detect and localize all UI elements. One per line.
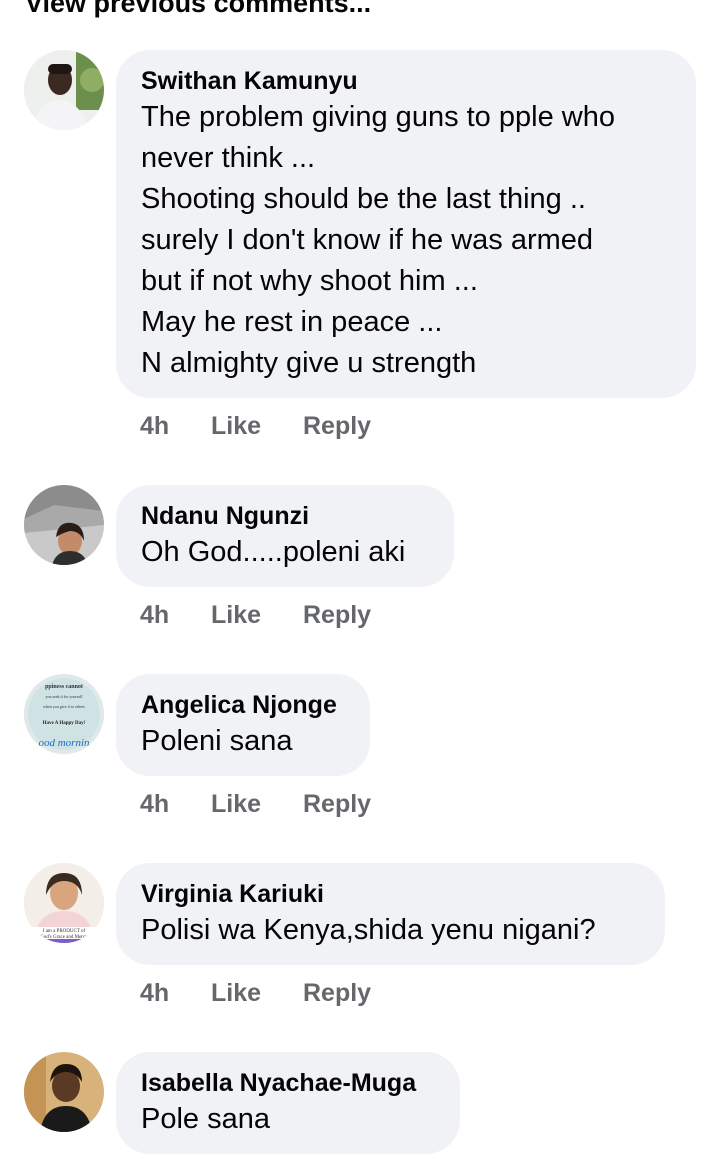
comment-timestamp[interactable]: 4h: [140, 601, 211, 630]
avatar-photo-icon: [24, 1052, 104, 1132]
avatar[interactable]: [24, 1052, 104, 1132]
comment-text: Poleni sana: [141, 725, 293, 757]
comment-text: Oh God.....poleni aki: [141, 536, 406, 568]
comment-actions: 4h Like Reply: [140, 412, 371, 441]
comment-actions: 4h Like Reply: [140, 790, 371, 819]
avatar[interactable]: [24, 485, 104, 565]
comment-author[interactable]: Ndanu Ngunzi: [141, 500, 424, 532]
avatar-photo-icon: [24, 485, 104, 565]
view-previous-comments-link[interactable]: View previous comments...: [25, 0, 371, 19]
like-button[interactable]: Like: [211, 790, 303, 819]
like-button[interactable]: Like: [211, 412, 303, 441]
reply-button[interactable]: Reply: [303, 601, 371, 630]
comment-actions: 4h Like Reply: [140, 601, 371, 630]
avatar-caption: you seek it for yourself: [45, 694, 83, 699]
reply-button[interactable]: Reply: [303, 979, 371, 1008]
comment-bubble: Virginia Kariuki Polisi wa Kenya,shida y…: [116, 863, 665, 965]
comment-timestamp[interactable]: 4h: [140, 979, 211, 1008]
avatar-quote-image-icon: ppiness cannot you seek it for yourself …: [24, 674, 104, 754]
avatar-caption: when you give it to others: [43, 704, 85, 709]
like-button[interactable]: Like: [211, 979, 303, 1008]
avatar-caption: ppiness cannot: [45, 684, 83, 690]
avatar-photo-icon: I am a PRODUCT of God's Grace and Mercy: [24, 863, 104, 943]
comment-bubble: Swithan Kamunyu The problem giving guns …: [116, 50, 696, 398]
avatar[interactable]: ppiness cannot you seek it for yourself …: [24, 674, 104, 754]
comment-text: The problem giving guns to pple who neve…: [141, 101, 615, 379]
avatar[interactable]: [24, 50, 104, 130]
comment-author[interactable]: Isabella Nyachae-Muga: [141, 1067, 430, 1099]
reply-button[interactable]: Reply: [303, 412, 371, 441]
comment-bubble: Ndanu Ngunzi Oh God.....poleni aki: [116, 485, 454, 587]
comment-timestamp[interactable]: 4h: [140, 790, 211, 819]
avatar-caption: ood mornin: [38, 737, 90, 749]
comment-author[interactable]: Swithan Kamunyu: [141, 65, 666, 97]
comment-author[interactable]: Virginia Kariuki: [141, 878, 635, 910]
comment-actions: 4h Like Reply: [140, 979, 371, 1008]
comment-text: Polisi wa Kenya,shida yenu nigani?: [141, 914, 596, 946]
comment-timestamp[interactable]: 4h: [140, 412, 211, 441]
reply-button[interactable]: Reply: [303, 790, 371, 819]
avatar-photo-icon: [24, 50, 104, 130]
like-button[interactable]: Like: [211, 601, 303, 630]
comment-bubble: Angelica Njonge Poleni sana: [116, 674, 370, 776]
avatar[interactable]: I am a PRODUCT of God's Grace and Mercy: [24, 863, 104, 943]
avatar-caption: I am a PRODUCT of: [43, 929, 86, 934]
comment-text: Pole sana: [141, 1103, 270, 1135]
comment-author[interactable]: Angelica Njonge: [141, 689, 340, 721]
comment-bubble: Isabella Nyachae-Muga Pole sana: [116, 1052, 460, 1154]
avatar-caption: Have A Happy Day!: [43, 721, 86, 726]
